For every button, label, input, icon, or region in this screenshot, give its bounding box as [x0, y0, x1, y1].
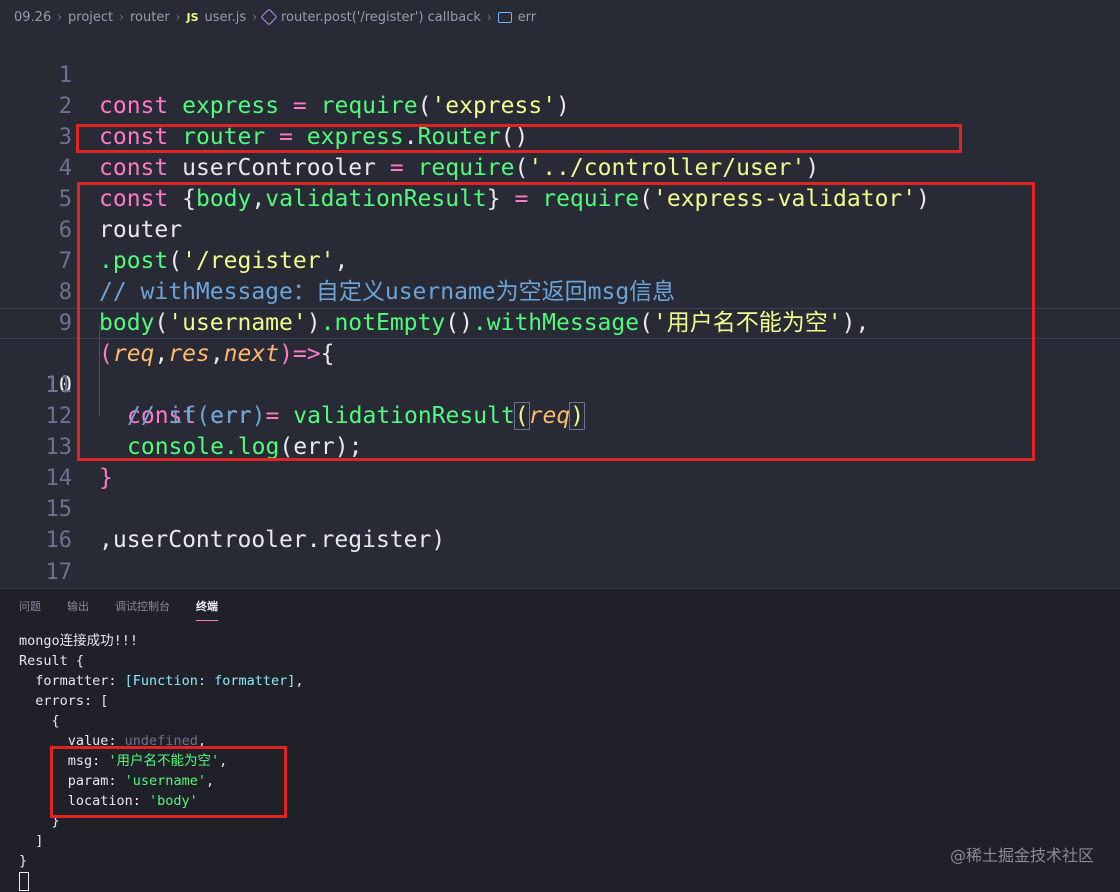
- terminal-key: formatter:: [19, 673, 125, 689]
- breadcrumb-item-variable[interactable]: err: [518, 10, 536, 25]
- code-line[interactable]: 5 router: [0, 153, 1120, 243]
- chevron-right-icon: ›: [175, 10, 181, 24]
- tab-terminal[interactable]: 终端: [196, 589, 218, 623]
- code-line[interactable]: 2 const router = express.Router(): [0, 60, 1120, 150]
- highlight-box-import: [76, 124, 962, 153]
- highlight-box-route: [77, 182, 1035, 461]
- terminal-punct: ,: [295, 673, 304, 689]
- terminal-line: {: [19, 713, 60, 729]
- code-line[interactable]: 15 ,userControoler.register): [0, 463, 1120, 553]
- highlight-box-terminal: [50, 746, 287, 818]
- terminal-line: mongo连接成功!!!: [19, 633, 139, 649]
- chevron-right-icon: ›: [252, 10, 257, 24]
- tab-problems[interactable]: 问题: [19, 589, 41, 623]
- watermark: @稀土掘金技术社区: [949, 846, 1094, 865]
- chevron-right-icon: ›: [486, 10, 492, 24]
- breadcrumb-item-folder[interactable]: 09.26: [14, 10, 51, 25]
- terminal-line: Result {: [19, 653, 85, 669]
- variable-icon: [497, 11, 512, 23]
- code-line[interactable]: 18: [0, 557, 1120, 616]
- tab-output[interactable]: 输出: [67, 589, 89, 623]
- terminal-line: ]: [19, 833, 44, 849]
- breadcrumb-item-router[interactable]: router: [130, 10, 170, 25]
- code-line[interactable]: 17 module.exports = router: [0, 526, 1120, 616]
- code-line[interactable]: 3 const userControoler = require('../con…: [0, 91, 1120, 181]
- chevron-right-icon: ›: [119, 10, 124, 24]
- code-line[interactable]: 16: [0, 494, 1120, 553]
- javascript-file-icon: JS: [186, 10, 199, 24]
- code-line[interactable]: 1 const express = require('express'): [0, 29, 1120, 119]
- terminal-line: [19, 871, 304, 891]
- panel-tabs: 问题 输出 调试控制台 终端: [0, 589, 244, 623]
- terminal-line: }: [19, 853, 28, 869]
- terminal-cursor: [19, 871, 29, 891]
- terminal-value: [Function: formatter]: [124, 673, 296, 689]
- breadcrumb-item-callback[interactable]: router.post('/register') callback: [281, 10, 481, 25]
- code-editor[interactable]: 1 const express = require('express') 2 c…: [0, 28, 1120, 616]
- bottom-panel: 问题 输出 调试控制台 终端 mongo连接成功!!! Result { form…: [0, 588, 1120, 892]
- breadcrumb-item-project[interactable]: project: [68, 10, 113, 25]
- breadcrumb-item-file[interactable]: user.js: [205, 10, 247, 25]
- chevron-right-icon: ›: [57, 10, 63, 24]
- terminal-line: errors: [: [19, 693, 109, 709]
- tab-debug-console[interactable]: 调试控制台: [115, 589, 170, 623]
- method-cube-icon: [260, 8, 278, 26]
- terminal-line: formatter: [Function: formatter],: [19, 671, 304, 691]
